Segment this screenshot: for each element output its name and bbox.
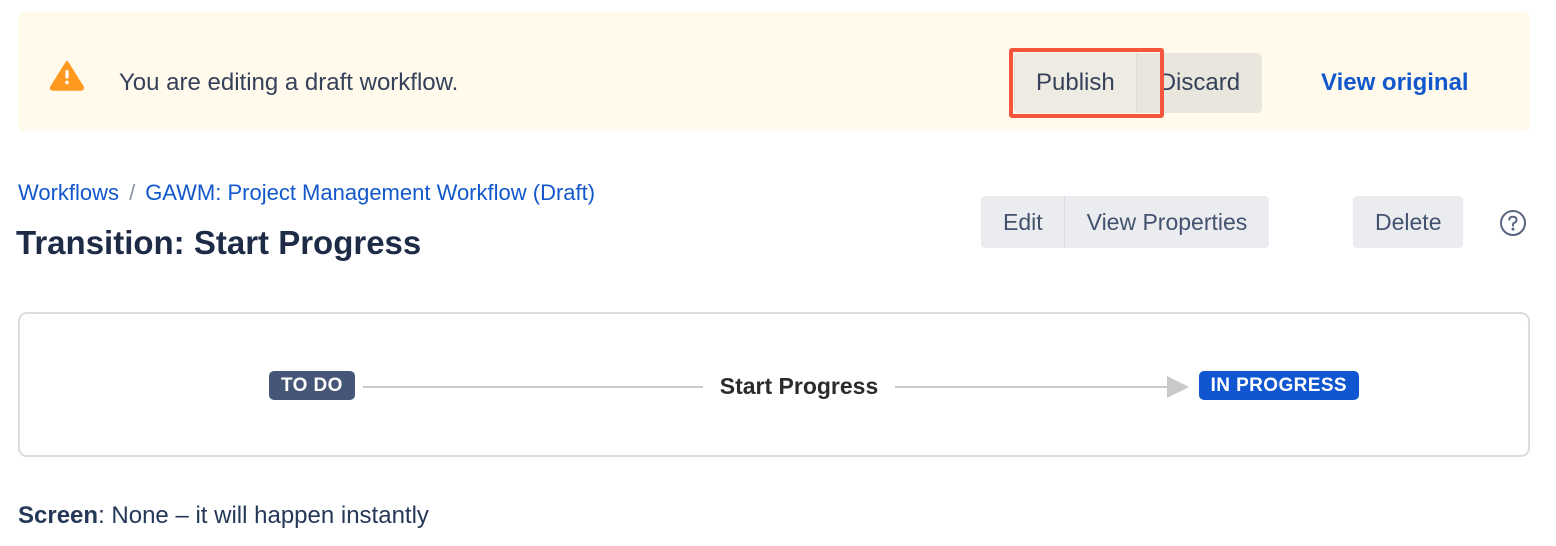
breadcrumb-separator: / — [129, 180, 136, 205]
connector-line-left — [363, 386, 703, 388]
draft-banner-button-group: Publish Discard — [1014, 53, 1263, 113]
breadcrumb-item-current-workflow[interactable]: GAWM: Project Management Workflow (Draft… — [145, 180, 595, 205]
help-circle-icon[interactable] — [1499, 209, 1527, 237]
transition-diagram-card: TO DO Start Progress IN PROGRESS — [18, 312, 1530, 457]
status-badge-to[interactable]: IN PROGRESS — [1198, 371, 1359, 400]
view-properties-button[interactable]: View Properties — [1065, 196, 1270, 248]
publish-button[interactable]: Publish — [1014, 53, 1137, 113]
page-title: Transition: Start Progress — [16, 224, 422, 261]
status-badge-from[interactable]: TO DO — [269, 371, 355, 400]
view-original-link[interactable]: View original — [1321, 67, 1469, 99]
draft-banner-message: You are editing a draft workflow. — [119, 69, 459, 96]
draft-workflow-banner: You are editing a draft workflow. Publis… — [18, 12, 1530, 131]
header-button-group: Edit View Properties — [981, 196, 1270, 248]
screen-value: : None – it will happen instantly — [98, 502, 429, 529]
edit-button[interactable]: Edit — [981, 196, 1065, 248]
warning-triangle-icon — [48, 56, 86, 94]
delete-button[interactable]: Delete — [1353, 196, 1464, 248]
transition-diagram: TO DO Start Progress IN PROGRESS — [251, 350, 1373, 412]
screen-label: Screen — [18, 502, 99, 529]
breadcrumb-item-workflows[interactable]: Workflows — [18, 180, 119, 205]
discard-button[interactable]: Discard — [1137, 53, 1262, 113]
connector-line-right — [895, 386, 1171, 388]
breadcrumb: Workflows / GAWM: Project Management Workf… — [18, 178, 595, 208]
transition-name-label: Start Progress — [719, 373, 879, 399]
screen-detail-row: Screen: None – it will happen instantly — [18, 500, 429, 532]
connector-arrowhead-icon — [1167, 376, 1189, 398]
